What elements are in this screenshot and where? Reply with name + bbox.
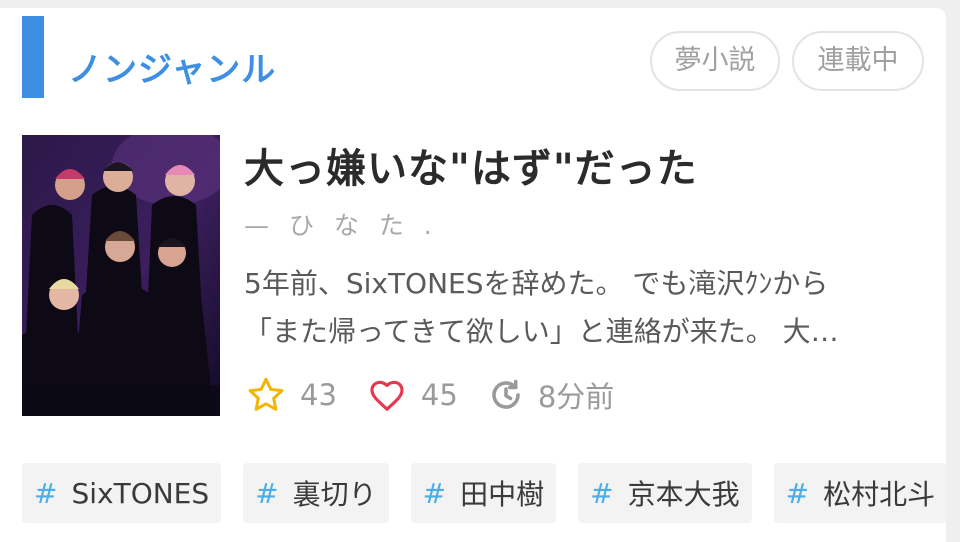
genre-accent-bar (22, 16, 44, 98)
tag-pill-ongoing[interactable]: 連載中 (792, 31, 924, 91)
tag-pill-dream-novel[interactable]: 夢小説 (650, 31, 780, 91)
hashtag-kyomoto-taiga[interactable]: # 京本大我 (578, 463, 752, 523)
hashtag-matsumura-hokuto[interactable]: # 松村北斗 (773, 463, 946, 523)
hashtag-sixtones[interactable]: # SixTONES (22, 463, 222, 523)
cover-image[interactable] (22, 135, 220, 416)
hashtag-tanaka-juri[interactable]: # 田中樹 (410, 463, 557, 523)
cover-illustration (22, 135, 220, 416)
hashtag-label: 松村北斗 (823, 478, 936, 511)
story-description-line-1: 5年前、SixTONESを辞めた。 でも滝沢ｸﾝから (244, 267, 829, 300)
hash-icon: # (590, 476, 614, 510)
hashtag-label: 田中樹 (460, 478, 545, 511)
hashtag-betrayal[interactable]: # 裏切り (243, 463, 389, 523)
hash-icon: # (34, 476, 58, 510)
star-icon (246, 375, 286, 415)
story-description-line-2: 「また帰ってきて欲しい」と連絡が来た。 大… (244, 315, 839, 348)
updated-time: 8分前 (537, 380, 615, 414)
like-count: 45 (420, 378, 458, 412)
author-name[interactable]: — ひ な た . (244, 206, 438, 242)
hashtag-list: # SixTONES # 裏切り # 田中樹 # 京本大我 # 松村北斗 (22, 463, 946, 523)
heart-icon (367, 375, 407, 415)
hash-icon: # (785, 476, 810, 510)
star-count: 43 (300, 378, 337, 412)
hashtag-label: SixTONES (71, 476, 210, 510)
story-stats: 43 45 8分前 (246, 373, 644, 417)
update-clock-icon (488, 377, 524, 413)
story-title[interactable]: 大っ嫌いな"はず"だった (244, 136, 698, 194)
hashtag-label: 裏切り (292, 478, 377, 511)
novel-card[interactable]: ノンジャンル 夢小説 連載中 大っ嫌いな"はず"だった — ひ な た . 5年… (0, 8, 946, 542)
genre-label: ノンジャンル (68, 50, 277, 90)
hash-icon: # (255, 476, 279, 510)
hash-icon: # (422, 476, 447, 510)
hashtag-label: 京本大我 (627, 478, 740, 511)
